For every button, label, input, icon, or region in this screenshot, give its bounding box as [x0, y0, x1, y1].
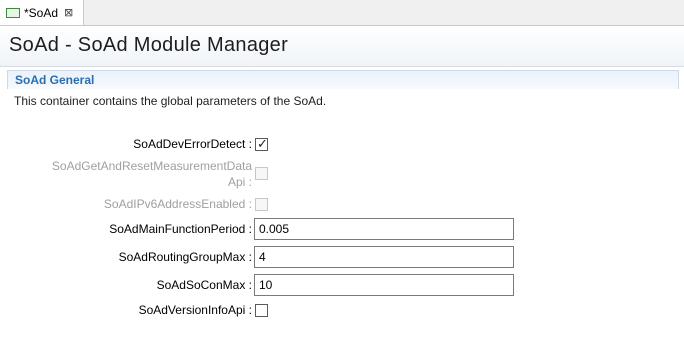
- section-title: SoAd General: [15, 73, 95, 87]
- version-info-api-label: SoAdVersionInfoApi :: [138, 303, 252, 317]
- so-con-max-input[interactable]: [254, 274, 514, 296]
- ipv6-enabled-checkbox: [255, 198, 268, 211]
- version-info-api-checkbox[interactable]: [255, 304, 268, 317]
- main-function-period-input[interactable]: [254, 218, 514, 240]
- section-header[interactable]: SoAd General: [7, 70, 679, 89]
- so-con-max-label: SoAdSoConMax :: [156, 278, 252, 292]
- tab-label: *SoAd: [24, 5, 59, 20]
- module-icon: [6, 7, 20, 18]
- page-title: SoAd - SoAd Module Manager: [9, 34, 289, 56]
- section-soad-general: SoAd General This container contains the…: [7, 70, 679, 112]
- main-function-period-label: SoAdMainFunctionPeriod :: [109, 222, 252, 236]
- editor-window: *SoAd ⊠ SoAd - SoAd Module Manager SoAd …: [0, 0, 684, 363]
- checkmark-icon: ✓: [257, 136, 268, 151]
- get-reset-measurement-checkbox: [255, 167, 268, 180]
- get-reset-measurement-label-line1: SoAdGetAndResetMeasurementData: [51, 159, 252, 173]
- dev-error-detect-checkbox[interactable]: ✓: [255, 136, 268, 151]
- get-reset-measurement-label: SoAdGetAndResetMeasurementData Api :: [52, 158, 252, 190]
- close-icon[interactable]: ⊠: [64, 6, 73, 19]
- routing-group-max-input[interactable]: [254, 246, 514, 268]
- get-reset-measurement-label-line2: Api :: [227, 175, 252, 189]
- page-header: SoAd - SoAd Module Manager: [0, 26, 684, 67]
- section-description: This container contains the global param…: [14, 94, 327, 108]
- editor-tab-strip: *SoAd ⊠: [0, 0, 684, 26]
- ipv6-enabled-label: SoAdIPv6AddressEnabled :: [103, 197, 252, 211]
- dev-error-detect-label: SoAdDevErrorDetect :: [133, 137, 252, 151]
- routing-group-max-label: SoAdRoutingGroupMax :: [118, 250, 252, 264]
- tab-soad[interactable]: *SoAd ⊠: [0, 0, 84, 25]
